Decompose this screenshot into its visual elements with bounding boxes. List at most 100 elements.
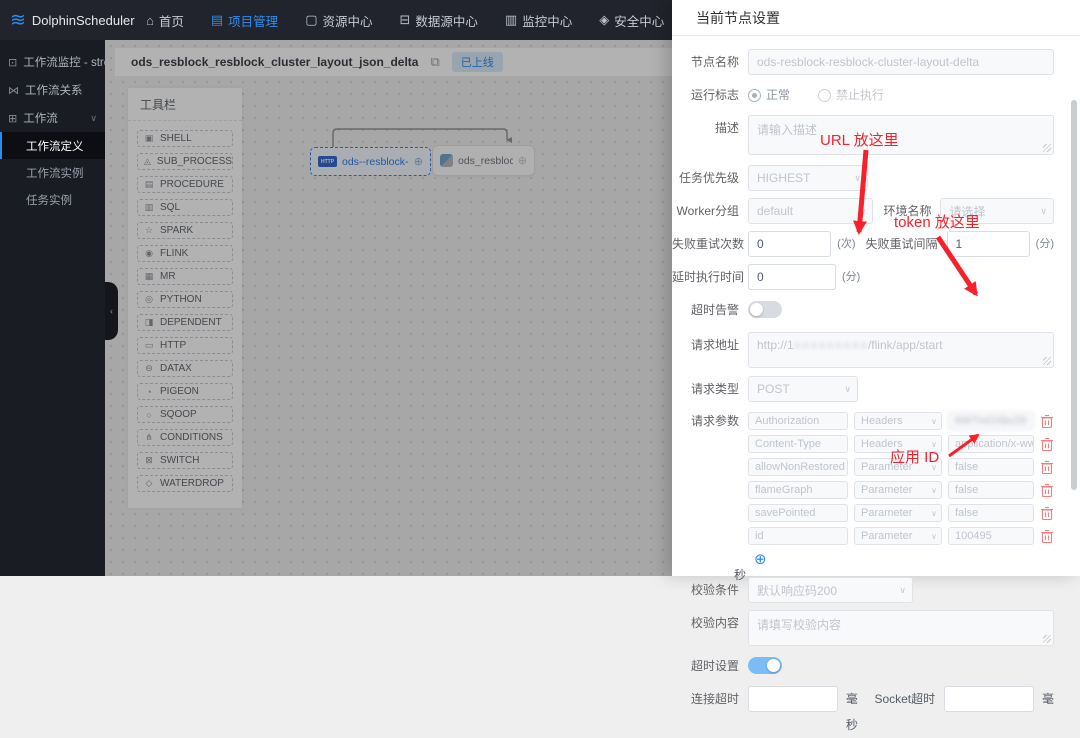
priority-select[interactable]: HIGHEST ∨: [748, 165, 868, 191]
annotation-token: token 放这里: [894, 214, 980, 231]
chevron-down-icon: ∨: [859, 205, 867, 216]
sidebar-collapse-handle[interactable]: ‹: [105, 282, 118, 340]
shield-icon: ◈: [599, 12, 610, 27]
wrapped-unit-text: 秒: [734, 568, 747, 582]
sidebar-item-workflow-definition[interactable]: 工作流定义: [0, 132, 105, 159]
check-content-row: 校验内容 请填写校验内容: [672, 610, 1054, 646]
request-url-textarea[interactable]: http://1 ●●●●●●●●●/flink/app/start: [748, 332, 1054, 368]
param-value-input[interactable]: false: [948, 504, 1034, 522]
node-settings-drawer: 当前节点设置 节点名称 ods-resblock-resblock-cluste…: [672, 0, 1080, 732]
param-value-input[interactable]: 100495: [948, 527, 1034, 545]
param-key-input[interactable]: Authorization: [748, 412, 848, 430]
connect-timeout-row: 连接超时 毫秒 Socket超时 毫: [672, 686, 1054, 738]
param-key-input[interactable]: id: [748, 527, 848, 545]
nav-item-monitor[interactable]: ▥ 监控中心: [505, 11, 572, 30]
nav-item-resources[interactable]: ▢ 资源中心: [305, 11, 372, 30]
brand-name: DolphinScheduler: [31, 12, 135, 28]
run-flag-row: 运行标志 正常 禁止执行: [690, 88, 885, 102]
delete-param-icon[interactable]: [1040, 437, 1054, 452]
chevron-down-icon: ∨: [931, 508, 937, 518]
left-sidebar: ⊡ 工作流监控 - streamx ⋈ 工作流关系 ⊞ 工作流 ∨ 工作流定义 …: [0, 40, 105, 576]
priority-row: 任务优先级 HIGHEST ∨: [672, 165, 1054, 191]
drawer-scrollbar[interactable]: [1071, 100, 1077, 490]
nav-menu: ⌂ 首页 ▤ 项目管理 ▢ 资源中心 ⊟ 数据源中心 ▥ 监控中心 ◈ 安全中心: [146, 11, 664, 30]
request-url-row: 请求地址 http://1 ●●●●●●●●●/flink/app/start: [672, 332, 1054, 368]
chevron-down-icon: ∨: [931, 416, 937, 426]
monitor-icon: ▥: [504, 12, 518, 27]
add-param-button[interactable]: ⊕: [754, 552, 1054, 567]
param-key-input[interactable]: Content-Type: [748, 435, 848, 453]
retry-times-input[interactable]: 0: [748, 231, 832, 257]
timeout-setting-toggle[interactable]: [748, 657, 782, 674]
check-content-textarea[interactable]: 请填写校验内容: [748, 610, 1054, 646]
socket-timeout-input[interactable]: [944, 686, 1034, 712]
chevron-down-icon: ∨: [1040, 205, 1047, 216]
sidebar-item-workflow-relation[interactable]: ⋈ 工作流关系: [0, 76, 105, 104]
workflow-icon: ⊞: [8, 112, 18, 125]
database-icon: ⊟: [399, 12, 411, 27]
sidebar-item-workflow[interactable]: ⊞ 工作流 ∨: [0, 104, 105, 132]
param-row: flameGraph Parameter ∨ false: [748, 481, 1054, 499]
delete-param-icon[interactable]: [1040, 414, 1054, 429]
sidebar-item-workflow-instance[interactable]: 工作流实例: [0, 159, 105, 186]
project-icon: ▤: [210, 12, 224, 27]
param-row: Authorization Headers ∨ 6W7mOXbv29: [748, 412, 1054, 430]
param-type-select[interactable]: Parameter ∨: [854, 481, 942, 499]
timeout-setting-row: 超时设置: [672, 653, 1054, 679]
param-value-input[interactable]: false: [948, 458, 1034, 476]
masked-url-segment: ●●●●●●●●●: [793, 338, 868, 352]
folder-icon: ▢: [305, 12, 318, 27]
timeout-alarm-row: 超时告警: [672, 297, 1054, 323]
nav-item-home[interactable]: ⌂ 首页: [146, 11, 184, 30]
retry-interval-input[interactable]: 1: [946, 231, 1030, 257]
chevron-down-icon: ∨: [844, 383, 851, 394]
brand: ≋ DolphinScheduler: [0, 9, 135, 31]
chevron-down-icon: ∨: [931, 531, 937, 541]
param-value-input[interactable]: false: [948, 481, 1034, 499]
chevron-down-icon: ∨: [899, 584, 906, 595]
param-row: id Parameter ∨ 100495: [748, 527, 1054, 545]
param-key-input[interactable]: allowNonRestored: [748, 458, 848, 476]
annotation-app-id: 应用 ID: [890, 449, 940, 466]
request-type-select[interactable]: POST ∨: [748, 376, 858, 402]
dolphinscheduler-logo-icon: ≋: [10, 9, 26, 31]
chevron-down-icon: ∨: [931, 485, 937, 495]
worker-group-row: Worker分组 default ∨ 环境名称 请选择 ∨: [672, 198, 1054, 224]
param-type-select[interactable]: Headers ∨: [854, 412, 942, 430]
delete-param-icon[interactable]: [1040, 483, 1054, 498]
monitor-icon: ⊡: [8, 56, 18, 69]
worker-group-select[interactable]: default ∨: [748, 198, 874, 224]
timeout-alarm-toggle[interactable]: [748, 301, 782, 318]
delay-row: 延时执行时间 0 (分): [672, 264, 1054, 290]
delete-param-icon[interactable]: [1040, 460, 1054, 475]
node-name-input[interactable]: ods-resblock-resblock-cluster-layout-del…: [748, 49, 1054, 75]
nav-item-datasource[interactable]: ⊟ 数据源中心: [400, 11, 478, 30]
param-type-select[interactable]: Parameter ∨: [854, 504, 942, 522]
param-value-input[interactable]: 6W7mOXbv29: [948, 412, 1034, 430]
sidebar-item-task-instance[interactable]: 任务实例: [0, 186, 105, 213]
drawer-overlay-mask[interactable]: [105, 40, 672, 576]
nav-item-security[interactable]: ◈ 安全中心: [599, 11, 664, 30]
workflow-canvas[interactable]: ods_resblock_resblock_cluster_layout_jso…: [105, 40, 672, 576]
description-textarea[interactable]: 请输入描述: [748, 115, 1054, 155]
radio-normal[interactable]: [748, 88, 761, 102]
param-type-select[interactable]: Parameter ∨: [854, 527, 942, 545]
delete-param-icon[interactable]: [1040, 529, 1054, 544]
check-condition-select[interactable]: 默认响应码200 ∨: [748, 577, 913, 603]
nav-item-projects[interactable]: ▤ 项目管理: [211, 11, 278, 30]
home-icon: ⌂: [146, 12, 154, 28]
sidebar-item-workflow-monitor[interactable]: ⊡ 工作流监控 - streamx: [0, 48, 105, 76]
relation-icon: ⋈: [8, 84, 19, 97]
radio-forbidden[interactable]: [818, 88, 832, 102]
param-value-input[interactable]: application/x-www-form-urlencoded: [948, 435, 1034, 453]
delay-time-input[interactable]: 0: [748, 264, 836, 290]
chevron-down-icon: ∨: [90, 112, 97, 123]
node-name-row: 节点名称 ods-resblock-resblock-cluster-layou…: [672, 49, 1054, 75]
drawer-title: 当前节点设置: [672, 0, 1080, 36]
param-rows: Authorization Headers ∨ 6W7mOXbv29 Conte…: [748, 412, 1054, 545]
param-key-input[interactable]: flameGraph: [748, 481, 848, 499]
connect-timeout-input[interactable]: [748, 686, 838, 712]
delete-param-icon[interactable]: [1040, 506, 1054, 521]
param-key-input[interactable]: savePointed: [748, 504, 848, 522]
check-condition-row: 校验条件 默认响应码200 ∨: [672, 577, 1054, 603]
